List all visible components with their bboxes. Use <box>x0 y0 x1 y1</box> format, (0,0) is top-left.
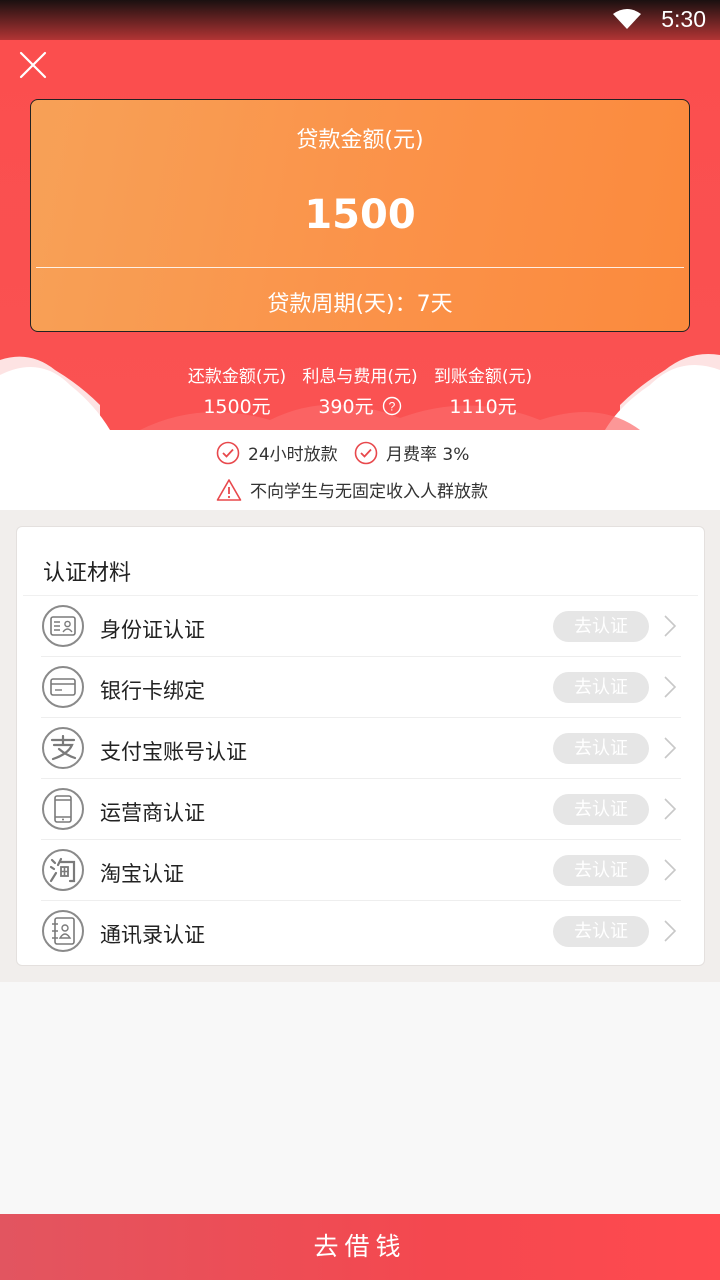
help-icon[interactable]: ? <box>382 396 402 416</box>
summary-received: 到账金额(元) 1110元 <box>418 362 548 419</box>
summary-repay-value: 1500元 <box>203 396 271 418</box>
loan-amount-card: 贷款金额(元) 1500 贷款周期(天)：7天 <box>30 99 690 332</box>
check-circle-icon <box>354 441 378 464</box>
wifi-icon <box>613 9 641 29</box>
loan-period: 贷款周期(天)：7天 <box>267 292 453 317</box>
feature-warning: 不向学生与无固定收入人群放款 <box>216 477 488 502</box>
borrow-button[interactable]: 去借钱 <box>0 1214 720 1280</box>
verification-item-label: 运营商认证 <box>100 801 205 825</box>
close-icon[interactable] <box>16 48 50 82</box>
phone-icon <box>42 788 84 830</box>
id-card-icon <box>42 605 84 647</box>
chevron-right-icon <box>664 920 677 942</box>
verification-item-label: 通讯录认证 <box>100 923 205 947</box>
features-section: 24小时放款 月费率 3% 不向学生与无固定收入人群放款 <box>0 430 720 510</box>
loan-amount-label: 贷款金额(元) <box>296 128 424 153</box>
verification-item-label: 支付宝账号认证 <box>100 740 247 764</box>
verify-button[interactable]: 去认证 <box>553 672 649 703</box>
feature-fast-loan: 24小时放款 <box>216 440 338 465</box>
chevron-right-icon <box>664 615 677 637</box>
verification-item-contacts[interactable]: 通讯录认证 去认证 <box>41 901 681 962</box>
warning-icon <box>216 478 242 501</box>
verification-title: 认证材料 <box>43 561 132 586</box>
feature-monthly-rate-label: 月费率 3% <box>386 445 470 465</box>
chevron-right-icon <box>664 798 677 820</box>
summary-interest: 利息与费用(元) 390元 ? <box>295 362 425 419</box>
feature-warning-label: 不向学生与无固定收入人群放款 <box>250 482 488 502</box>
verification-item-label: 身份证认证 <box>100 618 205 642</box>
verification-item-taobao[interactable]: 淘宝认证 去认证 <box>41 840 681 901</box>
verification-item-label: 银行卡绑定 <box>100 679 205 703</box>
loan-amount-value: 1500 <box>304 192 416 238</box>
svg-text:?: ? <box>388 400 395 414</box>
contacts-icon <box>42 910 84 952</box>
chevron-right-icon <box>664 676 677 698</box>
feature-fast-loan-label: 24小时放款 <box>248 445 338 465</box>
summary-interest-title: 利息与费用(元) <box>302 367 418 387</box>
verification-panel: 认证材料 身份证认证 去认证 银行卡绑定 去认证 支付宝账号认证 去认证 运营商… <box>16 526 705 966</box>
verification-item-bank-card[interactable]: 银行卡绑定 去认证 <box>41 657 681 718</box>
feature-monthly-rate: 月费率 3% <box>354 440 469 465</box>
verify-button[interactable]: 去认证 <box>553 611 649 642</box>
bank-card-icon <box>42 666 84 708</box>
summary-interest-value-wrap: 390元 ? <box>295 392 425 419</box>
summary-repay-title: 还款金额(元) <box>187 367 287 387</box>
verification-item-alipay[interactable]: 支付宝账号认证 去认证 <box>41 718 681 779</box>
summary-repay: 还款金额(元) 1500元 <box>172 362 302 419</box>
summary-received-title: 到账金额(元) <box>433 367 533 387</box>
verification-item-label: 淘宝认证 <box>100 862 184 886</box>
status-time: 5:30 <box>661 6 706 32</box>
taobao-icon <box>42 849 84 891</box>
summary-interest-value: 390元 <box>318 396 374 418</box>
verify-button[interactable]: 去认证 <box>553 733 649 764</box>
verify-button[interactable]: 去认证 <box>553 855 649 886</box>
card-divider <box>36 267 684 268</box>
hero-section: 5:30 贷款金额(元) 1500 贷款周期(天)：7天 还款金额(元) 150… <box>0 0 720 430</box>
verify-button[interactable]: 去认证 <box>553 794 649 825</box>
chevron-right-icon <box>664 737 677 759</box>
alipay-icon <box>42 727 84 769</box>
verify-button[interactable]: 去认证 <box>553 916 649 947</box>
status-bar: 5:30 <box>0 0 720 40</box>
verification-item-carrier[interactable]: 运营商认证 去认证 <box>41 779 681 840</box>
summary-received-value: 1110元 <box>449 396 517 418</box>
check-circle-icon <box>216 441 240 464</box>
chevron-right-icon <box>664 859 677 881</box>
verification-item-id-card[interactable]: 身份证认证 去认证 <box>41 596 681 657</box>
